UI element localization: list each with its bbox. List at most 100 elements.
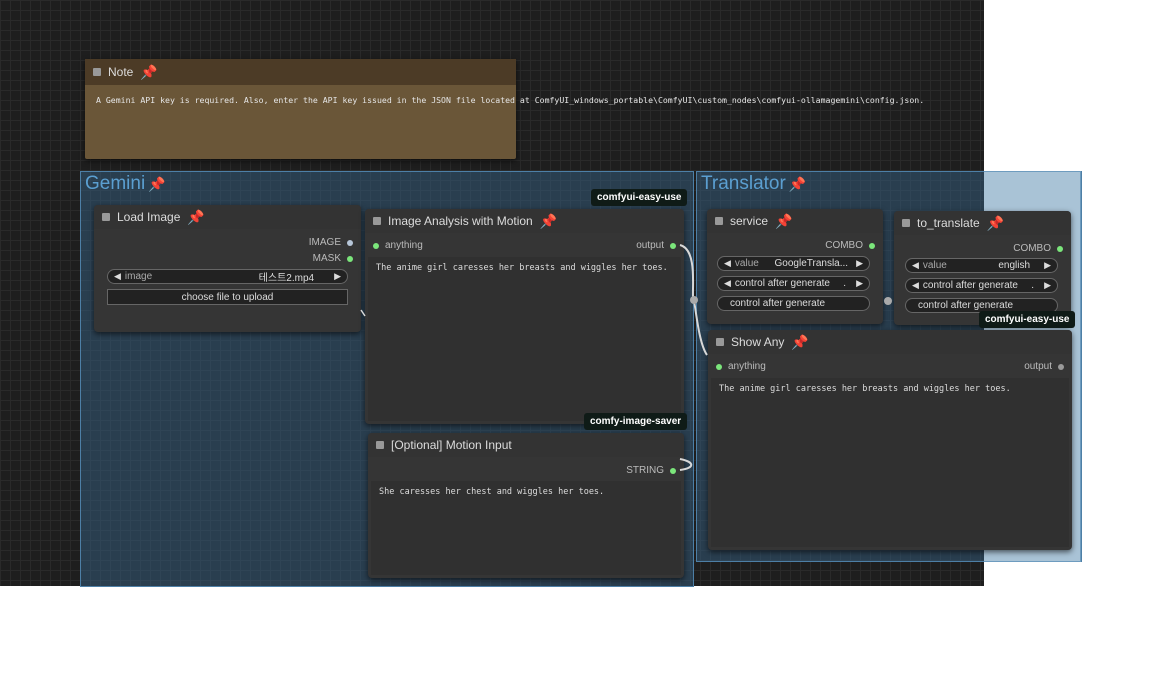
service-value-combo[interactable]: ◀ value GoogleTransla... ▶ (717, 256, 870, 271)
output-image-slot[interactable]: IMAGE (309, 237, 353, 248)
widget-label: control after generate (922, 280, 1018, 291)
pin-icon: 📌 (791, 333, 809, 350)
output-slot[interactable]: output (636, 240, 676, 251)
slot-dot[interactable] (716, 363, 722, 370)
pin-icon: 📌 (539, 212, 558, 229)
node-badge: comfyui-easy-use (979, 311, 1076, 328)
arrow-right-icon[interactable]: ▶ (1044, 260, 1051, 271)
arrow-right-icon[interactable]: ▶ (1044, 280, 1051, 291)
service-control-combo[interactable]: ◀ control after generate . ▶ (717, 276, 870, 291)
node-title: [Optional] Motion Input (391, 438, 512, 452)
group-gemini-title[interactable]: Gemini 📌 (85, 173, 166, 195)
show-any-node[interactable]: Show Any 📌 anything output The anime gir… (708, 330, 1072, 550)
arrow-left-icon[interactable]: ◀ (724, 278, 731, 289)
collapse-toggle[interactable] (376, 441, 384, 449)
slot-dot[interactable] (1057, 245, 1063, 252)
arrow-right-icon[interactable]: ▶ (856, 278, 863, 289)
note-node[interactable]: Note 📌 A Gemini API key is required. Als… (85, 59, 924, 159)
show-any-text[interactable]: The anime girl caresses her breasts and … (711, 378, 1069, 547)
collapse-toggle[interactable] (102, 213, 110, 221)
load-image-node[interactable]: Load Image 📌 IMAGE MASK ◀ image 테스트2.mp4 ▶… (94, 205, 361, 332)
collapse-toggle[interactable] (93, 68, 101, 76)
pin-icon: 📌 (187, 208, 205, 225)
arrow-right-icon[interactable]: ▶ (334, 271, 341, 282)
service-node[interactable]: service 📌 COMBO ◀ value GoogleTransla... ▶… (707, 209, 883, 324)
output-combo-slot[interactable]: COMBO (1013, 243, 1063, 254)
show-any-header[interactable]: Show Any 📌 (708, 330, 1072, 354)
arrow-left-icon[interactable]: ◀ (724, 258, 731, 269)
to-translate-header[interactable]: to_translate 📌 (894, 211, 1071, 235)
translate-value-combo[interactable]: ◀ value english ▶ (905, 258, 1058, 273)
slot-label: IMAGE (308, 237, 341, 248)
widget-label: control after generate (734, 278, 830, 289)
arrow-left-icon[interactable]: ◀ (912, 260, 919, 271)
slot-label: output (636, 240, 664, 251)
widget-value: 테스트2.mp4 (258, 273, 315, 284)
input-anything-slot[interactable]: anything (716, 361, 766, 372)
output-string-slot[interactable]: STRING (626, 465, 676, 476)
collapse-toggle[interactable] (716, 338, 724, 346)
note-text[interactable]: A Gemini API key is required. Also, ente… (96, 95, 924, 105)
service-header[interactable]: service 📌 (707, 209, 883, 233)
arrow-left-icon[interactable]: ◀ (114, 271, 121, 282)
input-anything-slot[interactable]: anything (373, 240, 423, 251)
widget-value: . (843, 278, 847, 289)
group-translator-title[interactable]: Translator 📌 (701, 173, 806, 195)
output-combo-slot[interactable]: COMBO (825, 240, 875, 251)
note-header[interactable]: Note 📌 (85, 59, 516, 85)
widget-value: english (998, 260, 1031, 271)
collapse-toggle[interactable] (373, 217, 381, 225)
translate-control-combo[interactable]: ◀ control after generate . ▶ (905, 278, 1058, 293)
image-analysis-header[interactable]: Image Analysis with Motion 📌 (365, 209, 684, 233)
output-slot[interactable]: output (1024, 361, 1064, 372)
slot-label: MASK (312, 253, 341, 264)
slot-dot[interactable] (869, 242, 875, 249)
group-title-text: Gemini (85, 173, 146, 194)
arrow-right-icon[interactable]: ▶ (856, 258, 863, 269)
node-title: to_translate (917, 216, 980, 230)
service-control-generate[interactable]: control after generate (717, 296, 870, 311)
node-badge: comfyui-easy-use (591, 189, 688, 206)
collapse-toggle[interactable] (715, 217, 723, 225)
motion-input-header[interactable]: [Optional] Motion Input (368, 433, 684, 457)
widget-label: control after generate (730, 298, 826, 309)
widget-value: . (1031, 280, 1035, 291)
widget-label: value (734, 258, 759, 269)
motion-text[interactable]: She caresses her chest and wiggles her t… (371, 481, 681, 575)
slot-label: anything (728, 361, 766, 372)
slot-dot[interactable] (347, 239, 353, 246)
slot-label: COMBO (825, 240, 863, 251)
arrow-left-icon[interactable]: ◀ (912, 280, 919, 291)
node-title: Show Any (731, 335, 785, 349)
slot-dot[interactable] (373, 242, 379, 249)
load-image-header[interactable]: Load Image 📌 (94, 205, 361, 229)
slot-dot[interactable] (347, 255, 353, 262)
to-translate-node[interactable]: to_translate 📌 COMBO ◀ value english ▶ ◀ co… (894, 211, 1071, 325)
slot-label: COMBO (1013, 243, 1051, 254)
slot-dot[interactable] (1058, 363, 1064, 370)
group-title-text: Translator (701, 173, 786, 194)
slot-dot[interactable] (670, 242, 676, 249)
motion-input-node[interactable]: [Optional] Motion Input STRING She cares… (368, 433, 684, 578)
output-mask-slot[interactable]: MASK (313, 253, 353, 264)
pin-icon: 📌 (140, 63, 158, 80)
note-title: Note (108, 65, 134, 79)
node-title: Load Image (117, 210, 181, 224)
slot-label: STRING (626, 465, 664, 476)
pin-icon: 📌 (775, 212, 793, 229)
slot-dot[interactable] (670, 467, 676, 474)
analysis-text[interactable]: The anime girl caresses her breasts and … (368, 257, 681, 421)
widget-label: value (922, 260, 947, 271)
widget-label: image (124, 271, 153, 282)
node-title: Image Analysis with Motion (388, 214, 533, 228)
slot-label: anything (385, 240, 423, 251)
widget-label: control after generate (918, 300, 1014, 311)
widget-value: GoogleTransla... (774, 258, 849, 269)
collapse-toggle[interactable] (902, 219, 910, 227)
node-title: service (730, 214, 769, 228)
image-combo[interactable]: ◀ image 테스트2.mp4 ▶ (107, 269, 348, 284)
upload-button[interactable]: choose file to upload (107, 289, 348, 305)
slot-label: output (1024, 361, 1052, 372)
pin-icon: 📌 (788, 175, 807, 192)
image-analysis-node[interactable]: Image Analysis with Motion 📌 anything ou… (365, 209, 684, 424)
